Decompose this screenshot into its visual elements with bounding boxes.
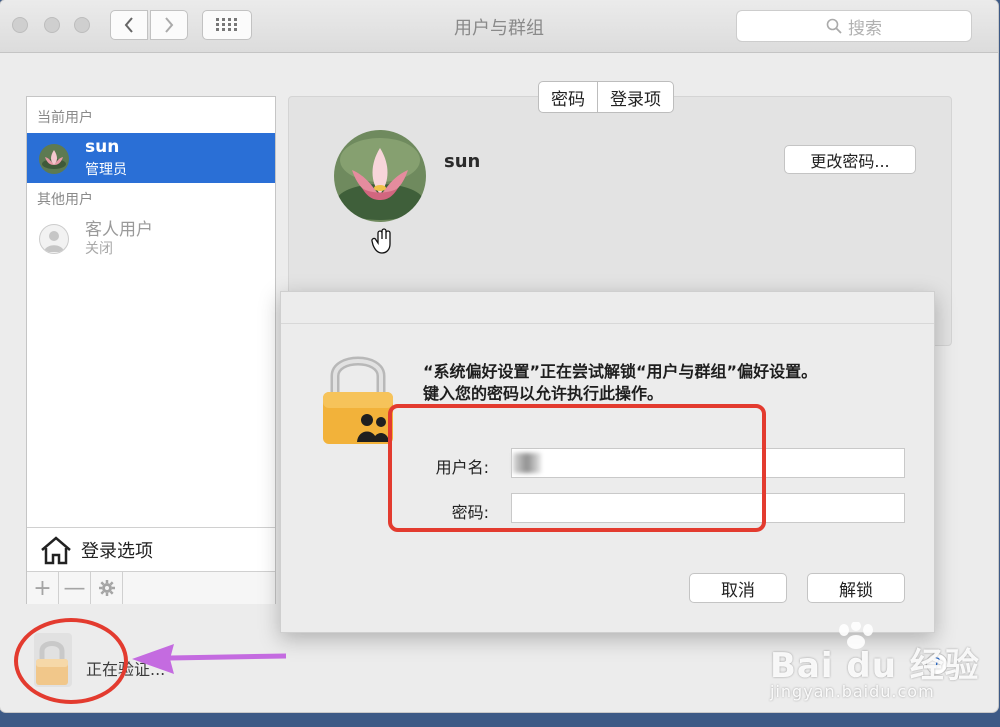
avatar <box>39 224 69 254</box>
guest-user-name: 客人用户 <box>85 220 153 240</box>
action-menu-button[interactable] <box>91 572 123 604</box>
annotation-arrow-icon <box>132 644 287 674</box>
baidu-watermark: Bai du 经验 jingyan.baidu.com <box>770 622 990 706</box>
password-field[interactable] <box>511 493 905 523</box>
user-list-toolbar: + — <box>27 571 275 604</box>
password-label: 密码: <box>451 503 489 522</box>
gear-icon <box>98 580 115 596</box>
login-options-label: 登录选项 <box>81 541 153 562</box>
username-field[interactable] <box>511 448 905 478</box>
guest-user-status: 关闭 <box>85 241 113 257</box>
search-placeholder: 搜索 <box>848 18 882 39</box>
watermark-url: jingyan.baidu.com <box>770 682 935 701</box>
minus-icon: — <box>63 575 86 601</box>
padlock-icon <box>34 633 72 687</box>
user-list: 当前用户 sun 管理员 其他用户 客人用户 关闭 登录选项 + — <box>26 96 276 604</box>
username-label: 用户名: <box>435 458 489 477</box>
tab-password[interactable]: 密码 <box>539 82 597 112</box>
watermark-text: Bai du 经验 <box>770 646 980 686</box>
tab-bar: 密码 登录项 <box>538 81 674 113</box>
user-role: 管理员 <box>85 162 127 178</box>
lock-icon <box>321 350 395 450</box>
lotus-avatar-icon <box>39 144 69 174</box>
preferences-window: 用户与群组 搜索 当前用户 sun 管理员 其他用户 客人用户 关闭 登录选项 … <box>0 0 998 712</box>
unlock-button[interactable]: 解锁 <box>807 573 905 603</box>
dialog-message: “系统偏好设置”正在尝试解锁“用户与群组”偏好设置。 <box>423 362 818 381</box>
house-icon <box>41 536 71 565</box>
user-picture[interactable] <box>334 130 426 222</box>
user-row-sun[interactable]: sun 管理员 <box>27 133 275 183</box>
other-users-header: 其他用户 <box>37 192 93 208</box>
current-users-header: 当前用户 <box>37 110 93 126</box>
cancel-button[interactable]: 取消 <box>689 573 787 603</box>
lotus-avatar-icon <box>334 130 426 222</box>
add-user-button[interactable]: + <box>27 572 59 604</box>
blurred-username <box>513 453 541 473</box>
authentication-dialog: “系统偏好设置”正在尝试解锁“用户与群组”偏好设置。 键入您的密码以允许执行此操… <box>280 291 935 633</box>
dialog-instruction: 键入您的密码以允许执行此操作。 <box>423 384 664 403</box>
user-name: sun <box>85 137 120 157</box>
avatar <box>39 144 69 174</box>
remove-user-button[interactable]: — <box>59 572 91 604</box>
login-options-item[interactable]: 登录选项 <box>27 527 275 572</box>
search-icon <box>826 18 842 34</box>
title-bar: 用户与群组 搜索 <box>0 0 998 53</box>
hand-cursor-icon <box>370 228 396 260</box>
plus-icon: + <box>33 575 52 601</box>
lock-button[interactable] <box>30 633 74 693</box>
person-silhouette-icon <box>44 231 64 252</box>
tab-login-items[interactable]: 登录项 <box>597 82 673 112</box>
change-password-button[interactable]: 更改密码... <box>784 145 916 174</box>
search-field[interactable]: 搜索 <box>736 10 972 42</box>
dialog-top-bar <box>281 292 934 324</box>
user-row-guest[interactable]: 客人用户 关闭 <box>27 213 275 263</box>
selected-user-name: sun <box>444 151 481 172</box>
